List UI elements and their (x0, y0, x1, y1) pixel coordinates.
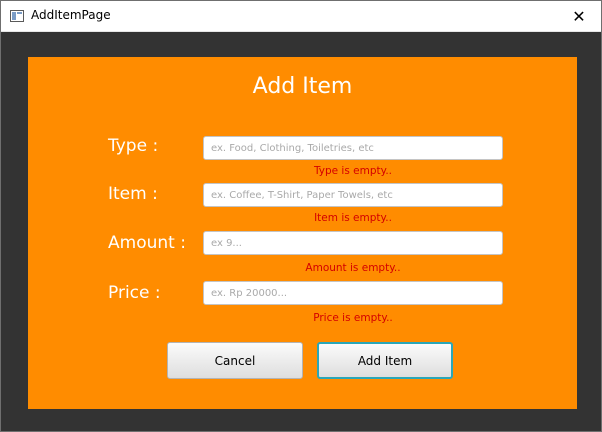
item-label: Item : (108, 184, 158, 204)
amount-input[interactable] (203, 231, 503, 255)
add-item-form: Add Item Type : Type is empty.. Item : I… (28, 57, 577, 409)
add-item-button[interactable]: Add Item (317, 342, 453, 379)
type-input[interactable] (203, 136, 503, 160)
form-heading: Add Item (252, 74, 353, 99)
type-label: Type : (108, 136, 159, 156)
cancel-button[interactable]: Cancel (167, 342, 303, 379)
window-app-icon (10, 10, 24, 22)
price-label: Price : (108, 283, 161, 303)
amount-error: Amount is empty.. (305, 262, 401, 274)
item-error: Item is empty.. (314, 212, 392, 224)
item-input[interactable] (203, 183, 503, 207)
price-error: Price is empty.. (313, 312, 393, 324)
window-title: AddItemPage (31, 8, 111, 22)
type-error: Type is empty.. (313, 165, 393, 177)
close-icon[interactable]: ✕ (557, 1, 601, 32)
app-window: AddItemPage ✕ Add Item Type : Type is em… (0, 0, 602, 432)
price-input[interactable] (203, 281, 503, 305)
title-bar: AddItemPage ✕ (1, 1, 601, 32)
amount-label: Amount : (108, 233, 186, 253)
